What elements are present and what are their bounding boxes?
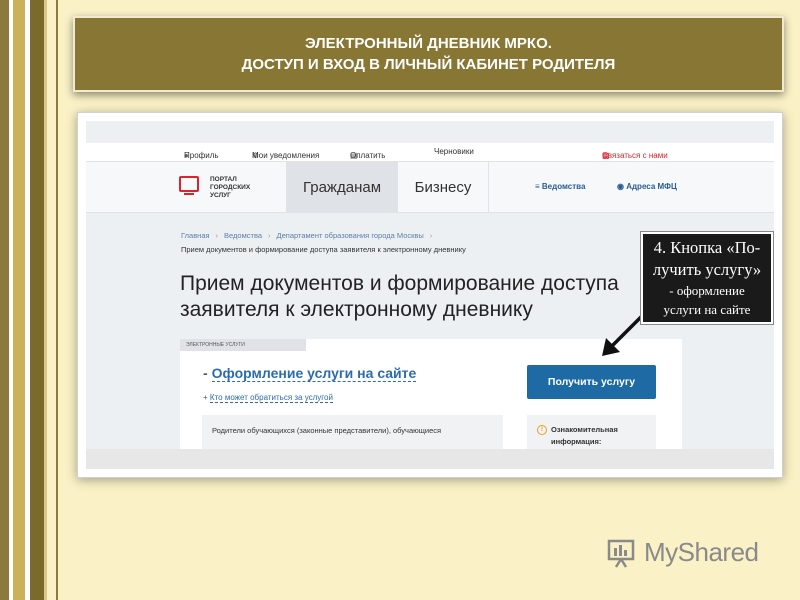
slide-title-line1: ЭЛЕКТРОННЫЙ ДНЕВНИК МРКО. bbox=[305, 35, 552, 52]
screenshot-bottom-strip bbox=[86, 449, 774, 469]
card-tag: ЭЛЕКТРОННЫЕ УСЛУГИ bbox=[180, 339, 306, 351]
info-icon: ! bbox=[537, 425, 547, 435]
mfc-addresses-link[interactable]: ◉ Адреса МФЦ bbox=[617, 182, 677, 191]
departments-link[interactable]: ≡ Ведомства bbox=[535, 182, 585, 191]
contact-label: Связаться с нами bbox=[602, 151, 668, 160]
callout-line4: услуги на сайте bbox=[663, 302, 751, 317]
breadcrumb-education-dept[interactable]: Департамент образования города Москвы bbox=[277, 231, 424, 240]
who-can-apply-link[interactable]: + Кто может обратиться за услугой bbox=[203, 393, 333, 403]
map-pin-icon: ◉ bbox=[617, 182, 627, 191]
who-can-apply-label: Кто может обратиться за услугой bbox=[209, 393, 333, 403]
portal-logo-text[interactable]: ПОРТАЛ ГОРОДСКИХ УСЛУГ bbox=[210, 176, 270, 200]
pay-label: Оплатить bbox=[350, 151, 386, 160]
callout-line1: 4. Кнопка «По- bbox=[653, 238, 761, 257]
service-title[interactable]: - Оформление услуги на сайте bbox=[203, 365, 417, 382]
list-icon: ≡ bbox=[535, 182, 542, 191]
chevron-right-icon: › bbox=[268, 231, 271, 240]
decor-stripe bbox=[56, 0, 58, 600]
tab-business[interactable]: Бизнесу bbox=[398, 162, 489, 212]
logo-line3: УСЛУГ bbox=[210, 192, 231, 199]
logo-line1: ПОРТАЛ bbox=[210, 176, 237, 183]
breadcrumb-home[interactable]: Главная bbox=[181, 231, 210, 240]
chevron-right-icon: › bbox=[429, 231, 433, 240]
notifications-label: Мои уведомления bbox=[252, 151, 320, 160]
decor-stripe bbox=[0, 0, 9, 600]
page-title: Прием документов и формирование доступа … bbox=[180, 272, 619, 321]
decor-stripe bbox=[13, 0, 25, 600]
chevron-right-icon: › bbox=[215, 231, 219, 240]
dash: - bbox=[203, 365, 208, 381]
drafts-link[interactable]: Черновики bbox=[434, 147, 474, 156]
profile-label: Профиль bbox=[184, 151, 219, 160]
portal-logo-icon[interactable] bbox=[179, 176, 199, 195]
portal-header: ПОРТАЛ ГОРОДСКИХ УСЛУГ Гражданам Бизнесу… bbox=[86, 161, 774, 213]
portal-topbar: ● Профиль ⚙ Мои уведомления ▤ Оплатить Черн… bbox=[86, 143, 774, 161]
callout-line3: - оформление bbox=[669, 283, 745, 298]
get-service-button[interactable]: Получить услугу bbox=[527, 365, 656, 399]
plus-icon: + bbox=[203, 393, 210, 402]
callout-line2: лучить услугу» bbox=[652, 260, 762, 279]
watermark-text: MyShared bbox=[644, 536, 759, 567]
slide-title-line2: ДОСТУП И ВХОД В ЛИЧНЫЙ КАБИНЕТ РОДИТЕЛЯ bbox=[241, 56, 616, 73]
watermark: MyShared bbox=[606, 536, 759, 568]
callout-note: 4. Кнопка «По- лучить услугу» - оформлен… bbox=[641, 232, 773, 324]
applicants-text: Родители обучающихся (законные представи… bbox=[212, 426, 442, 435]
decor-stripe bbox=[44, 0, 47, 600]
info-label: Ознакомительная информация: bbox=[551, 425, 618, 446]
presentation-board-icon bbox=[607, 539, 635, 568]
slide-title-banner: ЭЛЕКТРОННЫЙ ДНЕВНИК МРКО. ДОСТУП И ВХОД … bbox=[73, 16, 784, 92]
tab-citizens[interactable]: Гражданам bbox=[286, 162, 398, 212]
breadcrumb: Главная › Ведомства › Департамент образовани… bbox=[181, 231, 438, 240]
departments-label: Ведомства bbox=[541, 182, 586, 191]
service-title-label: Оформление услуги на сайте bbox=[211, 365, 417, 382]
breadcrumb-current: Прием документов и формирование доступа … bbox=[181, 245, 466, 254]
breadcrumb-departments[interactable]: Ведомства bbox=[224, 231, 262, 240]
logo-line2: ГОРОДСКИХ bbox=[210, 184, 251, 191]
mfc-label: Адреса МФЦ bbox=[626, 182, 677, 191]
decor-stripe bbox=[30, 0, 44, 600]
